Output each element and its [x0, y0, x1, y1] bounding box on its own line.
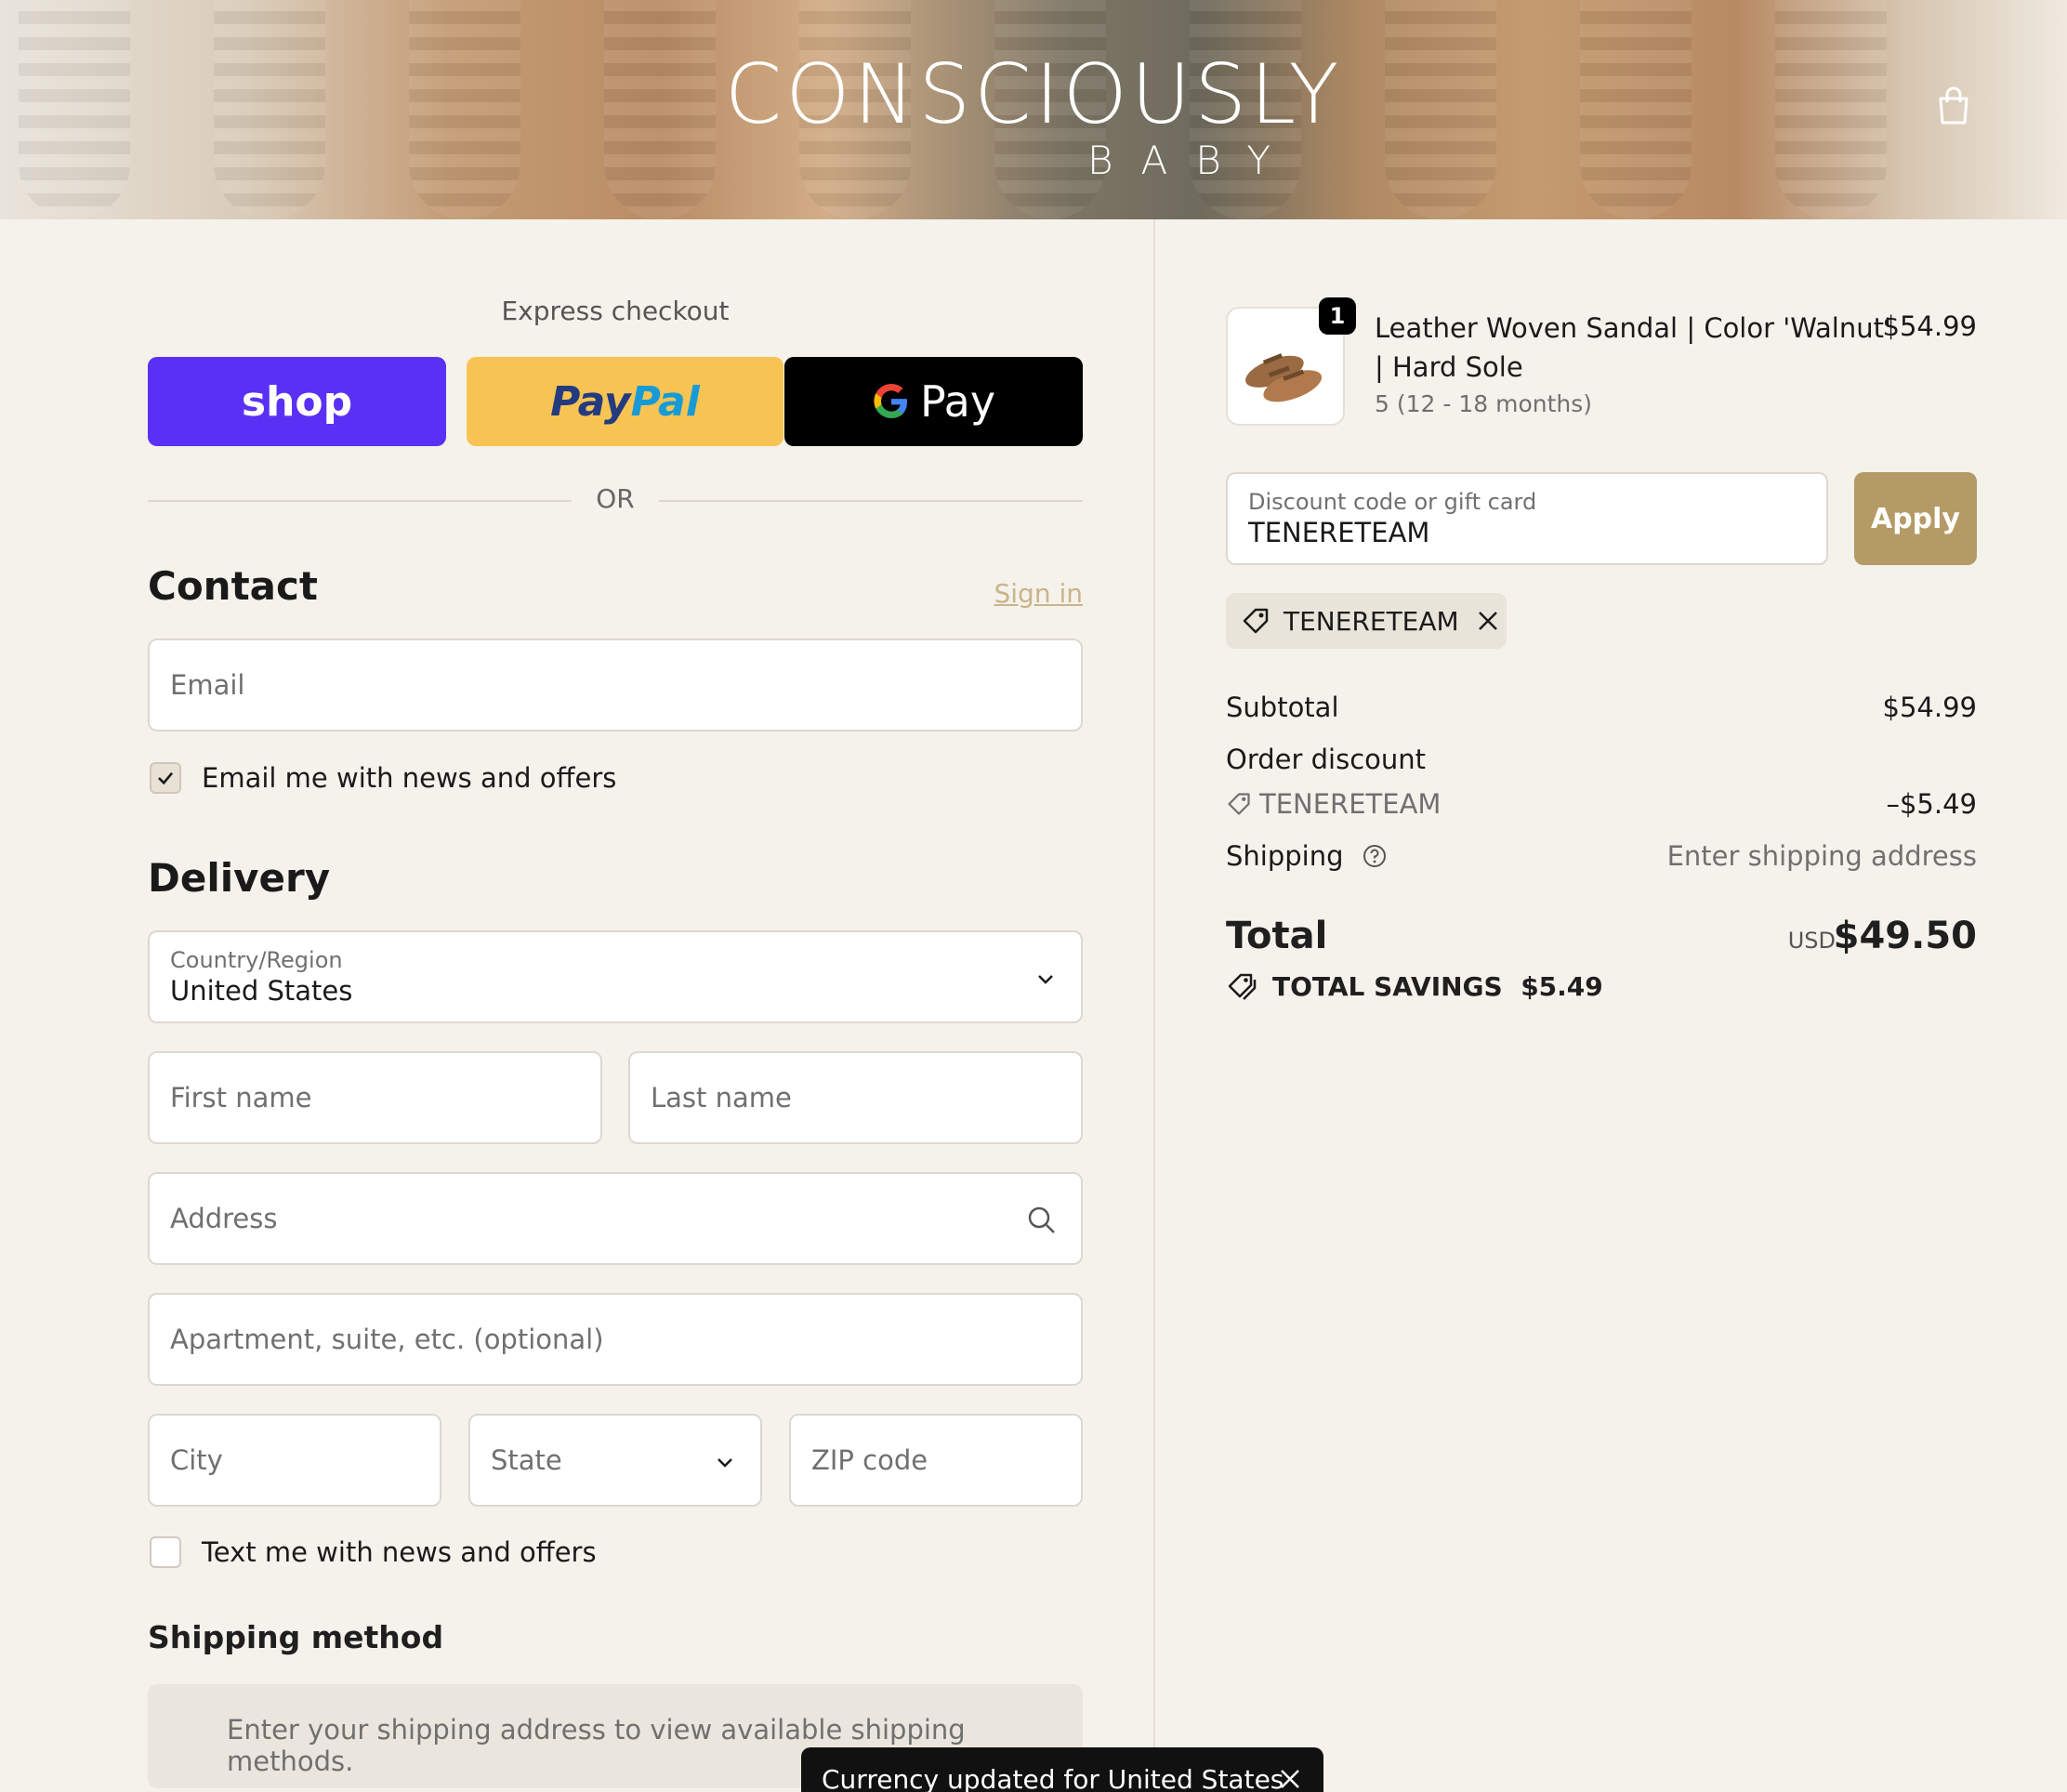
discount-code-label: Discount code or gift card [1248, 489, 1537, 515]
address-field[interactable]: Address [148, 1172, 1083, 1265]
state-select[interactable]: State [468, 1414, 762, 1507]
google-g-icon [874, 384, 907, 418]
shop-pay-button[interactable]: shop [148, 357, 446, 446]
shopping-bag-icon[interactable] [1935, 86, 1972, 126]
product-price: $54.99 [1882, 310, 1977, 342]
tag-icon [1243, 608, 1269, 634]
google-pay-button[interactable]: Pay [784, 357, 1083, 446]
email-opt-in-label: Email me with news and offers [202, 762, 617, 794]
city-placeholder: City [170, 1444, 223, 1476]
express-checkout-title: Express checkout [501, 296, 730, 326]
or-separator: OR [148, 481, 1083, 519]
subtotal-value: $54.99 [1882, 692, 1977, 723]
country-value: United States [170, 975, 353, 1007]
paypal-button[interactable]: Pay Pal [467, 357, 783, 446]
discount-code-name: TENERETEAM [1259, 788, 1442, 820]
shop-pay-label: shop [241, 377, 353, 426]
tags-icon [1228, 973, 1257, 1000]
first-name-field[interactable]: First name [148, 1051, 602, 1144]
brand-logo-sub: BABY [1087, 138, 1299, 183]
discount-code-row: TENERETEAM –$5.49 [1226, 788, 1977, 820]
total-savings: TOTAL SAVINGS $5.49 [1226, 970, 1603, 1002]
order-discount-row: Order discount [1226, 744, 1977, 775]
state-placeholder: State [491, 1444, 562, 1476]
subtotal-label: Subtotal [1226, 692, 1339, 723]
discount-code-value: TENERETEAM [1248, 517, 1430, 548]
product-name: Leather Woven Sandal | Color 'Walnut' | … [1375, 312, 1891, 383]
delivery-title: Delivery [148, 855, 331, 901]
email-field[interactable]: Email [148, 639, 1083, 731]
discount-code-field[interactable]: Discount code or gift card TENERETEAM [1226, 472, 1828, 565]
product-variant: 5 (12 - 18 months) [1375, 390, 1593, 417]
country-select[interactable]: Country/Region United States [148, 930, 1083, 1023]
email-opt-in-checkbox[interactable] [150, 762, 181, 794]
chevron-down-icon [718, 1458, 732, 1468]
or-label: OR [596, 483, 635, 514]
savings-value: $5.49 [1521, 970, 1603, 1002]
header-banner: CONSCIOUSLY BABY [0, 0, 2067, 219]
country-label: Country/Region [170, 947, 343, 973]
close-icon[interactable] [1279, 1768, 1301, 1790]
last-name-placeholder: Last name [651, 1082, 792, 1113]
last-name-field[interactable]: Last name [628, 1051, 1083, 1144]
subtotal-row: Subtotal $54.99 [1226, 692, 1977, 723]
discount-amount: –$5.49 [1886, 788, 1977, 820]
toast-message: Currency updated for United States [822, 1764, 1284, 1792]
email-placeholder: Email [170, 669, 245, 701]
zip-placeholder: ZIP code [811, 1444, 928, 1476]
apply-button[interactable]: Apply [1854, 472, 1977, 565]
tag-icon [1228, 793, 1250, 815]
savings-label: TOTAL SAVINGS [1272, 970, 1503, 1002]
paypal-label-pay: Pay [550, 377, 631, 426]
first-name-placeholder: First name [170, 1082, 312, 1113]
search-icon [1028, 1206, 1055, 1233]
contact-title: Contact [148, 563, 318, 609]
apartment-placeholder: Apartment, suite, etc. (optional) [170, 1324, 604, 1355]
help-circle-icon[interactable] [1362, 843, 1388, 869]
quantity-badge: 1 [1319, 297, 1356, 335]
currency-toast: Currency updated for United States [801, 1747, 1323, 1792]
brand-logo[interactable]: CONSCIOUSLY [0, 46, 2067, 142]
remove-discount-icon[interactable] [1476, 609, 1500, 633]
shipping-label: Shipping [1226, 840, 1344, 872]
column-divider [1153, 219, 1155, 1792]
shipping-row: Shipping Enter shipping address [1226, 840, 1977, 872]
applied-discount-chip: TENERETEAM [1226, 593, 1507, 649]
google-pay-label: Pay [919, 376, 996, 427]
city-field[interactable]: City [148, 1414, 441, 1507]
apartment-field[interactable]: Apartment, suite, etc. (optional) [148, 1293, 1083, 1386]
sign-in-link[interactable]: Sign in [994, 578, 1084, 609]
total-label: Total [1226, 915, 1328, 957]
currency-code: USD [1787, 928, 1836, 954]
chevron-down-icon [1038, 975, 1053, 984]
checkmark-icon [158, 771, 174, 785]
order-discount-label: Order discount [1226, 744, 1427, 775]
text-opt-in-label: Text me with news and offers [202, 1536, 597, 1568]
applied-discount-code: TENERETEAM [1284, 605, 1459, 637]
text-opt-in-checkbox[interactable] [150, 1536, 181, 1568]
address-placeholder: Address [170, 1203, 278, 1234]
paypal-label-pal: Pal [630, 377, 700, 426]
shipping-method-title: Shipping method [148, 1619, 444, 1655]
zip-field[interactable]: ZIP code [789, 1414, 1083, 1507]
shipping-value: Enter shipping address [1666, 840, 1977, 872]
total-value: $49.50 [1833, 915, 1977, 957]
